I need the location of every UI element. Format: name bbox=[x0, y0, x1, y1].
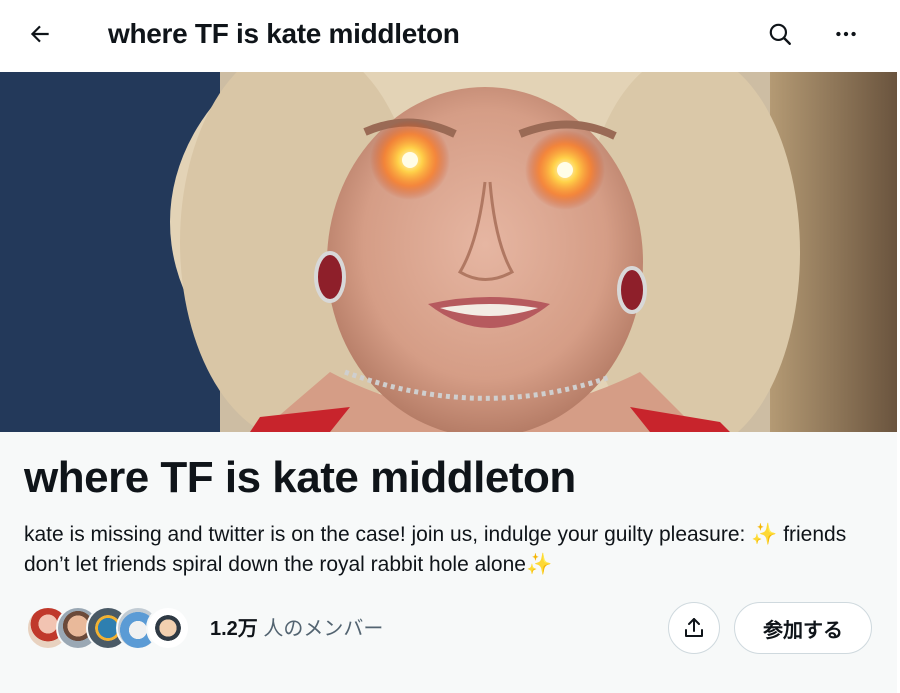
share-button[interactable] bbox=[668, 602, 720, 654]
avatar bbox=[146, 606, 190, 650]
search-icon bbox=[769, 23, 791, 45]
banner-photo bbox=[0, 72, 897, 432]
member-count-number: 1.2万 bbox=[210, 618, 258, 640]
share-icon bbox=[685, 618, 703, 637]
community-description: kate is missing and twitter is on the ca… bbox=[24, 523, 847, 576]
member-count[interactable]: 1.2万 人のメンバー bbox=[210, 616, 383, 642]
more-button[interactable] bbox=[828, 16, 864, 52]
arrow-left-icon bbox=[30, 25, 49, 43]
community-title: where TF is kate middleton bbox=[24, 453, 576, 502]
more-horizontal-icon bbox=[836, 31, 856, 37]
back-button[interactable] bbox=[22, 16, 58, 52]
top-bar: where TF is kate middleton bbox=[0, 0, 900, 72]
member-count-label: 人のメンバー bbox=[257, 618, 384, 640]
search-button[interactable] bbox=[762, 16, 798, 52]
member-avatars[interactable] bbox=[26, 606, 196, 650]
page-title: where TF is kate middleton bbox=[108, 18, 460, 49]
join-button[interactable]: 参加する bbox=[734, 602, 872, 654]
community-banner-image bbox=[0, 72, 897, 432]
